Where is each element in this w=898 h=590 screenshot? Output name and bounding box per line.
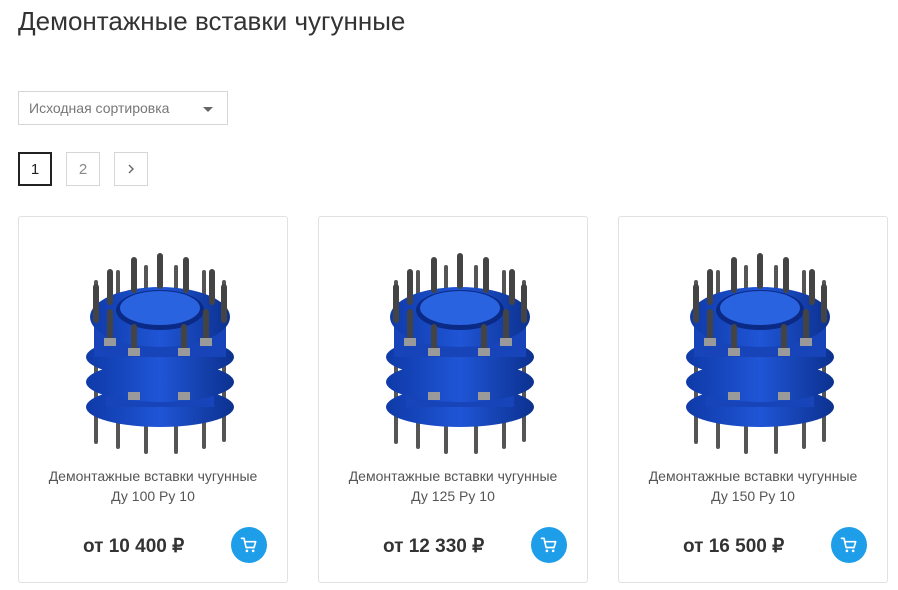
add-to-cart-button[interactable]	[531, 527, 567, 563]
cart-icon	[240, 537, 257, 553]
product-image	[86, 253, 234, 454]
product-card[interactable]: Демонтажные вставки чугунные Ду 125 Ру 1…	[318, 216, 588, 583]
add-to-cart-button[interactable]	[231, 527, 267, 563]
chevron-right-icon	[128, 164, 134, 174]
cart-icon	[540, 537, 557, 553]
product-price: от 10 400 ₽	[83, 536, 185, 557]
sort-select-value: Исходная сортировка	[29, 100, 170, 116]
next-page-button[interactable]	[114, 152, 148, 186]
product-name-line1: Демонтажные вставки чугунные	[648, 468, 858, 484]
product-name[interactable]: Демонтажные вставки чугунные Ду 100 Ру 1…	[29, 466, 277, 506]
product-card[interactable]: Демонтажные вставки чугунные Ду 150 Ру 1…	[618, 216, 888, 583]
sort-select[interactable]: Исходная сортировка	[18, 91, 228, 125]
product-grid: Демонтажные вставки чугунные Ду 100 Ру 1…	[18, 216, 888, 583]
product-image	[386, 253, 534, 454]
product-name[interactable]: Демонтажные вставки чугунные Ду 125 Ру 1…	[329, 466, 577, 506]
pagination: 1 2	[18, 152, 148, 186]
add-to-cart-button[interactable]	[831, 527, 867, 563]
product-price: от 12 330 ₽	[383, 536, 485, 557]
product-name-line2: Ду 100 Ру 10	[111, 488, 195, 504]
page-title: Демонтажные вставки чугунные	[18, 6, 406, 36]
product-name-line2: Ду 150 Ру 10	[711, 488, 795, 504]
page-2-button[interactable]: 2	[66, 152, 100, 186]
product-name-line1: Демонтажные вставки чугунные	[48, 468, 258, 484]
cart-icon	[840, 537, 857, 553]
product-name-line1: Демонтажные вставки чугунные	[348, 468, 558, 484]
chevron-down-icon	[203, 107, 213, 112]
product-name-line2: Ду 125 Ру 10	[411, 488, 495, 504]
product-name[interactable]: Демонтажные вставки чугунные Ду 150 Ру 1…	[629, 466, 877, 506]
product-image	[686, 253, 834, 454]
page-1-button[interactable]: 1	[18, 152, 52, 186]
product-card[interactable]: Демонтажные вставки чугунные Ду 100 Ру 1…	[18, 216, 288, 583]
product-price: от 16 500 ₽	[683, 536, 785, 557]
